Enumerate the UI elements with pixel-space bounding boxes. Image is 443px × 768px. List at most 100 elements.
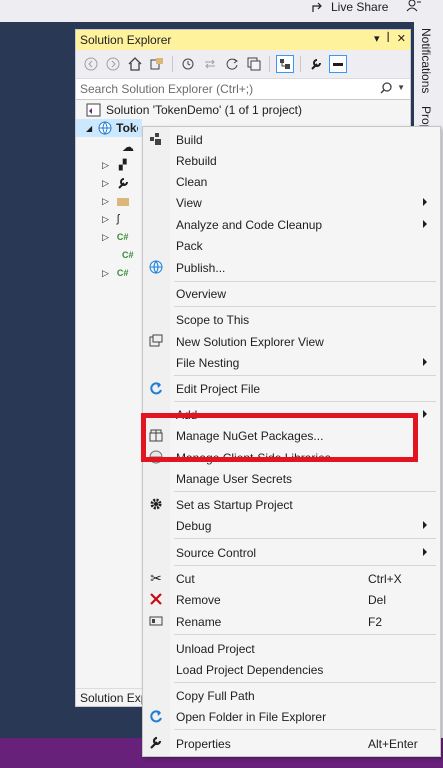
menu-item-view[interactable]: View: [143, 192, 440, 213]
home-icon[interactable]: [126, 55, 144, 73]
back-icon[interactable]: [82, 55, 100, 73]
menu-item-pack[interactable]: Pack: [143, 235, 440, 256]
close-icon[interactable]: ✕: [397, 32, 406, 45]
solution-label: Solution 'TokenDemo' (1 of 1 project): [106, 103, 303, 117]
menu-item-properties[interactable]: Properties Alt+Enter: [143, 733, 440, 754]
menu-separator: [174, 682, 436, 683]
menu-item-unload-project[interactable]: Unload Project: [143, 638, 440, 659]
tree-node[interactable]: ▷: [102, 174, 129, 192]
submenu-arrow-icon: [423, 521, 427, 529]
submenu-arrow-icon: [423, 548, 427, 556]
build-icon: [148, 131, 164, 147]
search-box[interactable]: Search Solution Explorer (Ctrl+;) ▼: [76, 79, 410, 100]
expand-arrow-icon[interactable]: ▷: [102, 160, 109, 171]
panel-title: Solution Explorer: [80, 33, 172, 47]
submenu-arrow-icon: [423, 220, 427, 228]
switch-views-icon[interactable]: [148, 55, 166, 73]
new-view-icon: [148, 333, 164, 349]
collapse-arrow-icon[interactable]: ◢: [86, 124, 92, 133]
menu-separator: [174, 375, 436, 376]
csharp-file-icon: C#: [116, 232, 129, 242]
solution-icon: [86, 103, 101, 117]
person-feedback-icon[interactable]: [406, 0, 422, 15]
share-icon: [312, 2, 322, 12]
live-share-label: Live Share: [331, 0, 389, 14]
tree-node[interactable]: ▷ C#: [102, 264, 128, 282]
open-folder-icon: [148, 708, 164, 724]
scissors-icon: ✂: [150, 569, 162, 586]
menu-item-set-startup[interactable]: Set as Startup Project: [143, 494, 440, 515]
notifications-tab[interactable]: Notifications: [419, 28, 433, 93]
expand-arrow-icon[interactable]: ▷: [102, 214, 109, 225]
forward-icon[interactable]: [104, 55, 122, 73]
menu-item-source-control[interactable]: Source Control: [143, 542, 440, 563]
globe-icon: [148, 259, 164, 275]
menu-item-rebuild[interactable]: Rebuild: [143, 150, 440, 171]
tree-node[interactable]: ▷: [102, 192, 129, 210]
pending-changes-filter-icon[interactable]: [179, 55, 197, 73]
menu-separator: [174, 565, 436, 566]
menu-item-debug[interactable]: Debug: [143, 515, 440, 536]
menu-item-overview[interactable]: Overview: [143, 283, 440, 304]
menu-item-scope-to-this[interactable]: Scope to This: [143, 309, 440, 330]
tree-node[interactable]: ▷ C#: [102, 228, 128, 246]
solution-toolbar: [76, 50, 410, 79]
remove-icon: [148, 591, 164, 607]
menu-separator: [174, 729, 436, 730]
expand-arrow-icon[interactable]: ▷: [102, 232, 109, 243]
solution-node[interactable]: Solution 'TokenDemo' (1 of 1 project): [86, 101, 302, 119]
menu-item-copy-full-path[interactable]: Copy Full Path: [143, 685, 440, 706]
menu-item-rename[interactable]: Rename F2: [143, 611, 440, 632]
menu-separator: [174, 491, 436, 492]
menu-item-load-dependencies[interactable]: Load Project Dependencies: [143, 659, 440, 680]
search-options-icon[interactable]: ▼: [397, 83, 405, 92]
menu-item-remove[interactable]: Remove Del: [143, 589, 440, 610]
refresh-icon[interactable]: [223, 55, 241, 73]
menu-item-publish[interactable]: Publish...: [143, 257, 440, 278]
gear-icon: [148, 496, 164, 512]
annotation-highlight-box: [141, 413, 418, 462]
dropdown-icon[interactable]: ▾: [374, 32, 380, 45]
sync-icon[interactable]: [201, 55, 219, 73]
folder-icon: [116, 198, 129, 206]
menu-item-edit-project-file[interactable]: Edit Project File: [143, 378, 440, 399]
menu-separator: [174, 538, 436, 539]
search-icon: [380, 82, 392, 97]
menu-item-analyze[interactable]: Analyze and Code Cleanup: [143, 214, 440, 235]
expand-arrow-icon[interactable]: ▷: [102, 178, 109, 189]
cloud-icon: ☁: [122, 140, 134, 154]
collapse-all-icon[interactable]: [245, 55, 263, 73]
menu-item-clean[interactable]: Clean: [143, 171, 440, 192]
menu-item-open-folder[interactable]: Open Folder in File Explorer: [143, 706, 440, 727]
submenu-arrow-icon: [423, 198, 427, 206]
show-all-files-icon[interactable]: [276, 55, 294, 73]
top-bar: Live Share: [0, 0, 443, 22]
tree-node[interactable]: ▷ ʃ: [102, 210, 119, 228]
dependencies-icon: ▞: [118, 159, 127, 171]
project-label: TokenDemo.Web: [116, 121, 138, 135]
live-share-button[interactable]: Live Share: [312, 0, 388, 14]
project-node[interactable]: ◢ TokenDemo.Web: [76, 119, 142, 137]
rename-icon: [148, 613, 164, 629]
csharp-file-icon: C#: [122, 250, 134, 260]
properties-wrench-icon[interactable]: [307, 55, 325, 73]
menu-item-build[interactable]: Build: [143, 129, 440, 150]
menu-item-user-secrets[interactable]: Manage User Secrets: [143, 468, 440, 489]
expand-arrow-icon[interactable]: ▷: [102, 268, 109, 279]
menu-item-file-nesting[interactable]: File Nesting: [143, 352, 440, 373]
menu-item-new-view[interactable]: New Solution Explorer View: [143, 331, 440, 352]
panel-title-bar: Solution Explorer ▾ ꟾ ✕: [76, 30, 410, 50]
tree-node[interactable]: ▷ ▞: [102, 156, 127, 174]
pin-icon[interactable]: ꟾ: [387, 32, 390, 45]
preview-icon[interactable]: [329, 55, 347, 73]
menu-separator: [174, 306, 436, 307]
wrench-icon: [118, 178, 128, 189]
editor-area: [0, 22, 72, 738]
menu-separator: [174, 634, 436, 635]
connected-services-node[interactable]: ☁: [122, 138, 134, 156]
search-input[interactable]: Search Solution Explorer (Ctrl+;): [80, 82, 253, 96]
tree-node[interactable]: C#: [122, 246, 134, 264]
edit-project-icon: [148, 380, 164, 396]
menu-item-cut[interactable]: ✂ Cut Ctrl+X: [143, 568, 440, 589]
expand-arrow-icon[interactable]: ▷: [102, 196, 109, 207]
